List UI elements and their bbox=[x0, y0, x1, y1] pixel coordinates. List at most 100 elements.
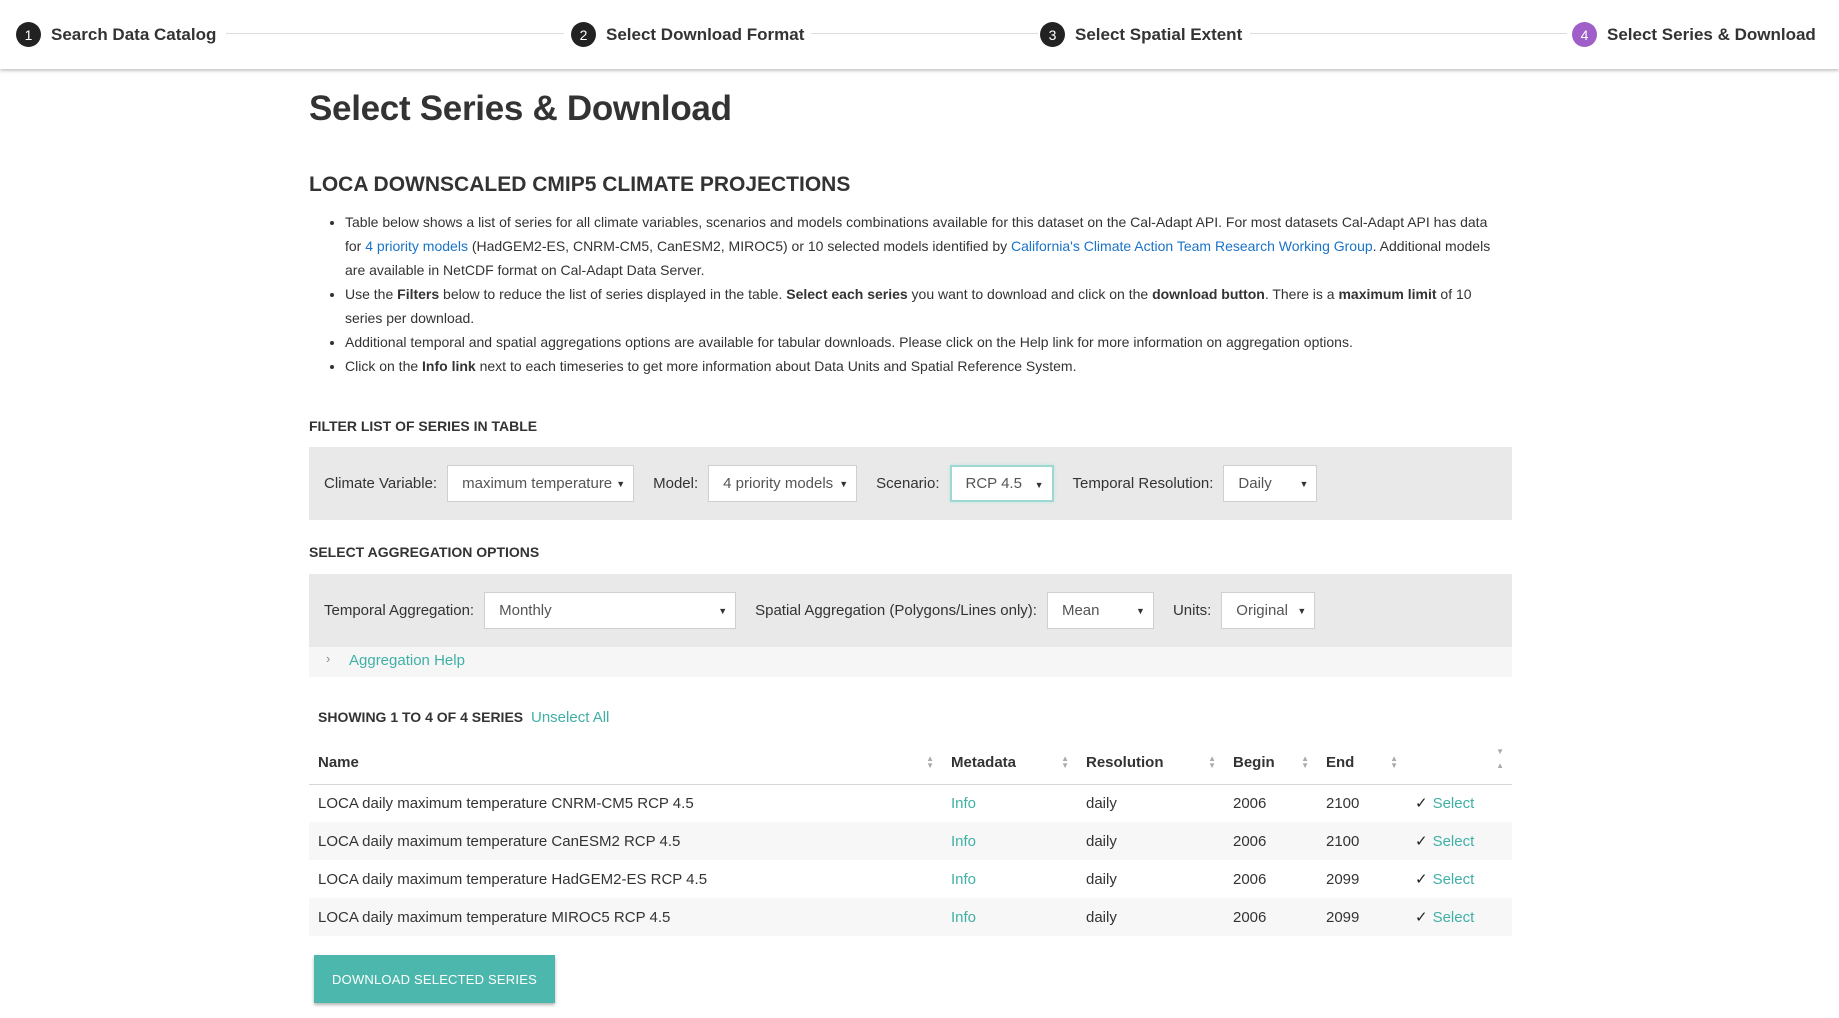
column-header-end[interactable]: End ▲ ▼ bbox=[1317, 742, 1406, 785]
check-icon: ✓ bbox=[1415, 833, 1428, 850]
chevron-down-icon: ▼ bbox=[718, 606, 728, 616]
step-select-download-format[interactable]: 2 Select Download Format bbox=[571, 21, 804, 48]
chevron-down-icon: ▼ bbox=[839, 479, 849, 489]
series-begin: 2006 bbox=[1233, 870, 1267, 888]
select-series-link[interactable]: Select bbox=[1433, 833, 1475, 850]
download-selected-series-button[interactable]: DOWNLOAD SELECTED SERIES bbox=[314, 955, 555, 1003]
spatial-aggregation-label: Spatial Aggregation (Polygons/Lines only… bbox=[755, 602, 1037, 619]
temporal-resolution-select[interactable]: Daily ▼ bbox=[1223, 465, 1318, 502]
table-row: LOCA daily maximum temperature HadGEM2-E… bbox=[309, 860, 1512, 898]
scenario-select[interactable]: RCP 4.5 ▼ bbox=[949, 465, 1054, 502]
series-resolution: daily bbox=[1086, 870, 1117, 888]
check-icon: ✓ bbox=[1415, 871, 1428, 888]
info-link[interactable]: Info bbox=[951, 833, 976, 850]
step-label: Search Data Catalog bbox=[51, 24, 217, 44]
series-begin: 2006 bbox=[1224, 822, 1317, 860]
temporal-aggregation-label: Temporal Aggregation: bbox=[324, 602, 475, 619]
info-link[interactable]: Info bbox=[951, 871, 976, 888]
series-begin: 2006 bbox=[1224, 898, 1317, 936]
aggregation-help-link[interactable]: Aggregation Help bbox=[349, 652, 465, 669]
column-header-begin[interactable]: Begin ▲ ▼ bbox=[1224, 742, 1317, 785]
chevron-right-icon: › bbox=[326, 651, 331, 666]
step-number: 4 bbox=[1572, 22, 1597, 47]
sort-icon: ▲ ▼ bbox=[1301, 754, 1309, 770]
check-icon: ✓ bbox=[1415, 909, 1428, 926]
model-select[interactable]: 4 priority models ▼ bbox=[708, 465, 858, 502]
step-connector bbox=[1250, 33, 1567, 34]
table-row: LOCA daily maximum temperature MIROC5 RC… bbox=[309, 898, 1512, 936]
series-name: LOCA daily maximum temperature HadGEM2-E… bbox=[318, 870, 708, 888]
step-number: 1 bbox=[16, 22, 41, 47]
series-begin: 2006 bbox=[1233, 794, 1267, 812]
step-number: 3 bbox=[1040, 22, 1065, 47]
units-select[interactable]: Original ▼ bbox=[1221, 592, 1316, 629]
instruction-item: Additional temporal and spatial aggregat… bbox=[345, 330, 1505, 354]
table-row: LOCA daily maximum temperature CanESM2 R… bbox=[309, 822, 1512, 860]
aggregation-heading: SELECT AGGREGATION OPTIONS bbox=[309, 544, 540, 560]
select-series-link[interactable]: Select bbox=[1433, 909, 1475, 926]
unselect-all-link[interactable]: Unselect All bbox=[531, 709, 609, 726]
series-end: 2100 bbox=[1326, 794, 1360, 812]
chevron-down-icon: ▼ bbox=[616, 479, 626, 489]
filter-bar: Climate Variable: maximum temperature ▼ M… bbox=[309, 447, 1512, 520]
step-label: Select Series & Download bbox=[1607, 24, 1816, 44]
series-count: SHOWING 1 TO 4 OF 4 SERIES bbox=[318, 709, 524, 725]
sort-icon: ▲ ▼ bbox=[926, 754, 934, 770]
aggregation-help-toggle[interactable]: › Aggregation Help bbox=[309, 647, 1512, 677]
model-label: Model: bbox=[653, 475, 699, 492]
step-number: 2 bbox=[571, 22, 596, 47]
column-header-metadata[interactable]: Metadata ▲ ▼ bbox=[942, 742, 1077, 785]
sort-icon: ▲ ▼ bbox=[1061, 754, 1069, 770]
series-name: LOCA daily maximum temperature CNRM-CM5 … bbox=[318, 794, 694, 812]
priority-models-link[interactable]: 4 priority models bbox=[365, 238, 468, 254]
temporal-resolution-label: Temporal Resolution: bbox=[1072, 475, 1214, 492]
select-series-link[interactable]: Select bbox=[1433, 795, 1475, 812]
series-name: LOCA daily maximum temperature MIROC5 RC… bbox=[309, 898, 942, 936]
aggregation-bar: Temporal Aggregation: Monthly ▼ Spatial A… bbox=[309, 574, 1512, 647]
series-resolution: daily bbox=[1077, 898, 1224, 936]
series-resolution: daily bbox=[1077, 822, 1224, 860]
climate-variable-label: Climate Variable: bbox=[324, 475, 438, 492]
progress-stepper: 1 Search Data Catalog 2 Select Download … bbox=[0, 0, 1839, 69]
series-resolution: daily bbox=[1086, 794, 1117, 812]
column-header-name[interactable]: Name ▲ ▼ bbox=[309, 742, 942, 785]
instruction-item: Use the Filters below to reduce the list… bbox=[345, 282, 1505, 330]
instruction-item: Table below shows a list of series for a… bbox=[345, 210, 1505, 282]
filter-heading: FILTER LIST OF SERIES IN TABLE bbox=[309, 418, 538, 434]
chevron-down-icon: ▼ bbox=[1299, 479, 1309, 489]
chevron-down-icon: ▼ bbox=[1136, 606, 1145, 616]
column-header-resolution[interactable]: Resolution ▲ ▼ bbox=[1077, 742, 1224, 785]
climate-variable-select[interactable]: maximum temperature ▼ bbox=[447, 465, 635, 502]
column-header-select[interactable]: ▼ ▲ bbox=[1406, 742, 1512, 785]
units-label: Units: bbox=[1172, 602, 1212, 619]
chevron-down-icon: ▼ bbox=[1034, 480, 1044, 490]
temporal-aggregation-select[interactable]: Monthly ▼ bbox=[484, 592, 737, 629]
step-connector bbox=[226, 33, 564, 34]
info-link[interactable]: Info bbox=[951, 909, 976, 926]
sort-icon: ▲ ▼ bbox=[1208, 754, 1216, 770]
table-row: LOCA daily maximum temperature CNRM-CM5 … bbox=[309, 784, 1512, 822]
info-link[interactable]: Info bbox=[951, 795, 976, 812]
climate-action-team-link[interactable]: California's Climate Action Team Researc… bbox=[1011, 238, 1373, 254]
instructions-list: Table below shows a list of series for a… bbox=[345, 210, 1505, 378]
instruction-item: Click on the Info link next to each time… bbox=[345, 354, 1505, 378]
step-search-data-catalog[interactable]: 1 Search Data Catalog bbox=[16, 21, 216, 48]
spatial-aggregation-select[interactable]: Mean ▼ bbox=[1046, 592, 1154, 629]
step-label: Select Download Format bbox=[606, 24, 805, 44]
page-title: Select Series & Download bbox=[309, 89, 732, 128]
select-series-link[interactable]: Select bbox=[1433, 871, 1475, 888]
series-table: Name ▲ ▼ Metadata ▲ ▼ Resolution ▲ ▼ Begin ▲ ▼ E… bbox=[309, 742, 1512, 936]
step-connector bbox=[811, 33, 1038, 34]
scenario-label: Scenario: bbox=[876, 475, 940, 492]
dataset-title: LOCA DOWNSCALED CMIP5 CLIMATE PROJECTION… bbox=[309, 173, 851, 196]
series-name: LOCA daily maximum temperature CanESM2 R… bbox=[309, 822, 942, 860]
chevron-down-icon: ▼ bbox=[1297, 606, 1307, 616]
check-icon: ✓ bbox=[1415, 795, 1428, 813]
sort-icon: ▼ ▲ bbox=[1496, 747, 1504, 770]
series-end: 2099 bbox=[1317, 898, 1406, 936]
table-header-row: Name ▲ ▼ Metadata ▲ ▼ Resolution ▲ ▼ Begin ▲ ▼ E… bbox=[309, 742, 1512, 785]
step-select-spatial-extent[interactable]: 3 Select Spatial Extent bbox=[1040, 21, 1242, 48]
sort-icon: ▲ ▼ bbox=[1390, 754, 1398, 770]
series-end: 2100 bbox=[1317, 822, 1406, 860]
step-select-series-download[interactable]: 4 Select Series & Download bbox=[1572, 21, 1816, 48]
